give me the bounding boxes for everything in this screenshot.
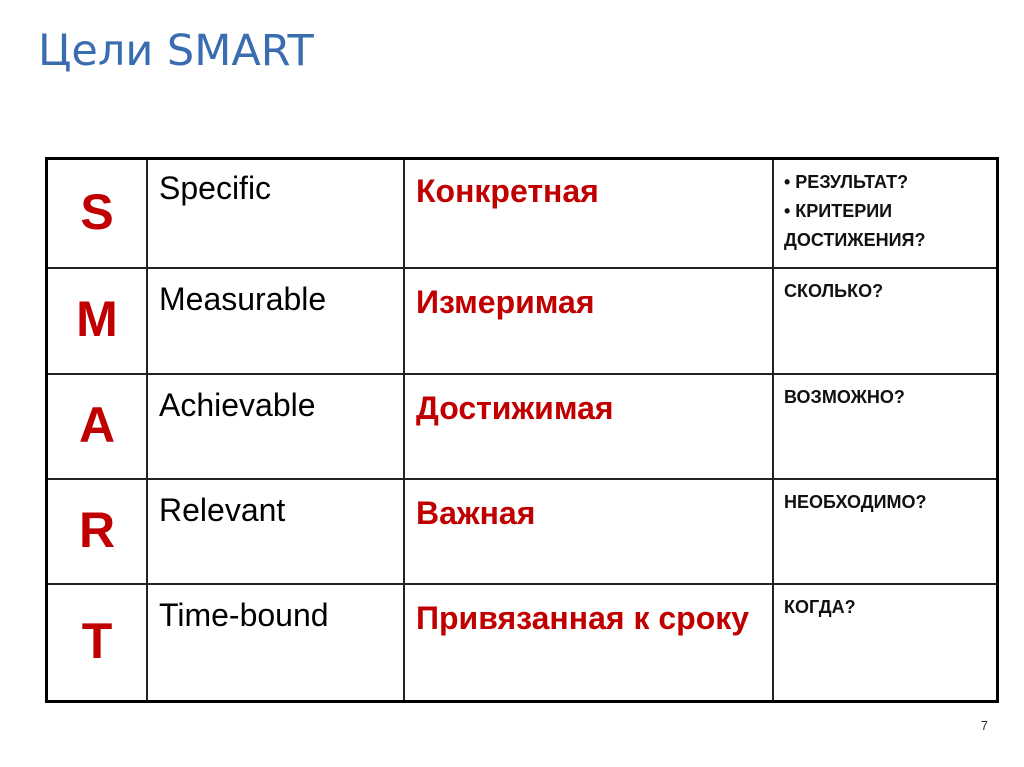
russian-term: Достижимая [403, 373, 774, 480]
question: • РЕЗУЛЬТАТ? [784, 172, 909, 192]
english-term: Specific [146, 157, 405, 269]
question: НЕОБХОДИМО? [784, 492, 927, 512]
question-cell: • РЕЗУЛЬТАТ? • КРИТЕРИИ ДОСТИЖЕНИЯ? [772, 157, 999, 269]
question-cell: ВОЗМОЖНО? [772, 373, 999, 480]
table-row: R Relevant Важная НЕОБХОДИМО? [45, 478, 999, 585]
question: КОГДА? [784, 597, 856, 617]
russian-term: Измеримая [403, 267, 774, 375]
smart-table: S Specific Конкретная • РЕЗУЛЬТАТ? • КРИ… [45, 157, 999, 703]
english-term: Achievable [146, 373, 405, 480]
letter: T [81, 612, 113, 669]
question: • КРИТЕРИИ ДОСТИЖЕНИЯ? [784, 201, 926, 250]
question: ВОЗМОЖНО? [784, 387, 905, 407]
russian-term: Конкретная [403, 157, 774, 269]
letter: M [76, 291, 118, 347]
question: СКОЛЬКО? [784, 281, 884, 301]
page-number: 7 [980, 718, 988, 733]
table-row: A Achievable Достижимая ВОЗМОЖНО? [45, 373, 999, 480]
english-term: Relevant [146, 478, 405, 585]
russian-term: Привязанная к сроку [403, 583, 774, 703]
letter-cell: A [45, 373, 148, 480]
table-row: M Measurable Измеримая СКОЛЬКО? [45, 267, 999, 375]
russian-term: Важная [403, 478, 774, 585]
question-cell: СКОЛЬКО? [772, 267, 999, 375]
letter: S [80, 183, 114, 240]
slide-title: Цели SMART [38, 26, 314, 76]
question-cell: НЕОБХОДИМО? [772, 478, 999, 585]
letter-cell: T [45, 583, 148, 703]
table-row: S Specific Конкретная • РЕЗУЛЬТАТ? • КРИ… [45, 157, 999, 269]
letter-cell: S [45, 157, 148, 269]
letter: R [78, 501, 116, 558]
table-row: T Time-bound Привязанная к сроку КОГДА? [45, 583, 999, 703]
english-term: Time-bound [146, 583, 405, 703]
letter-cell: R [45, 478, 148, 585]
english-term: Measurable [146, 267, 405, 375]
question-cell: КОГДА? [772, 583, 999, 703]
letter: A [78, 396, 116, 453]
letter-cell: M [45, 267, 148, 375]
